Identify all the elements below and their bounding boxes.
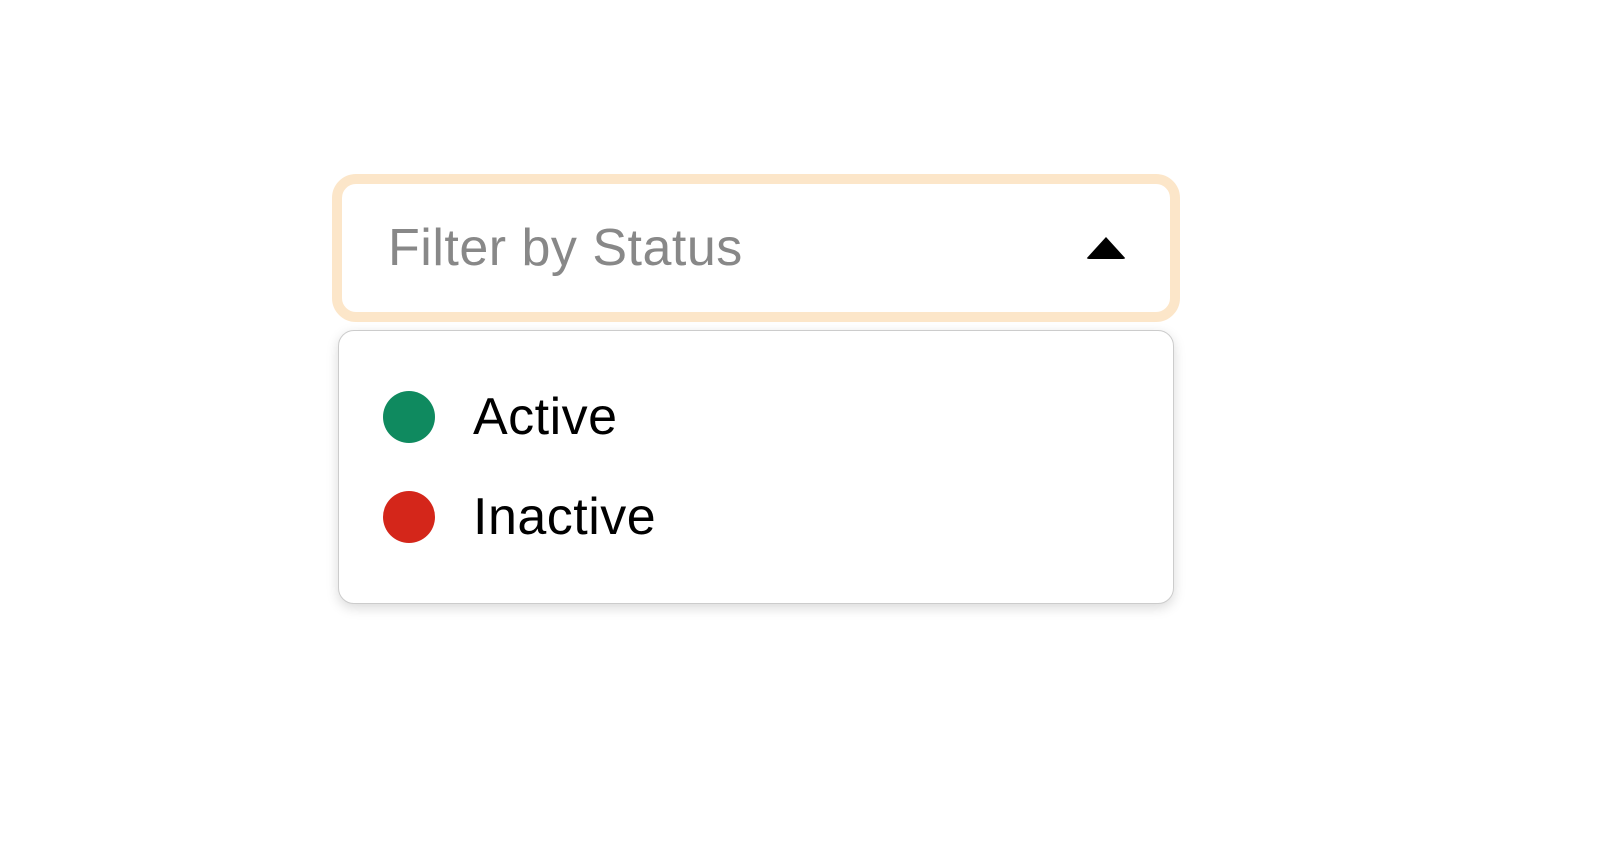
filter-trigger[interactable]: Filter by Status	[332, 174, 1180, 322]
option-label: Active	[473, 387, 618, 447]
filter-option-active[interactable]: Active	[339, 367, 1173, 467]
filter-placeholder: Filter by Status	[388, 218, 743, 278]
filter-option-inactive[interactable]: Inactive	[339, 467, 1173, 567]
chevron-up-icon	[1086, 237, 1126, 259]
status-dot-icon	[383, 491, 435, 543]
status-filter-dropdown: Filter by Status Active Inactive	[332, 174, 1180, 604]
filter-menu: Active Inactive	[338, 330, 1174, 604]
option-label: Inactive	[473, 487, 656, 547]
status-dot-icon	[383, 391, 435, 443]
